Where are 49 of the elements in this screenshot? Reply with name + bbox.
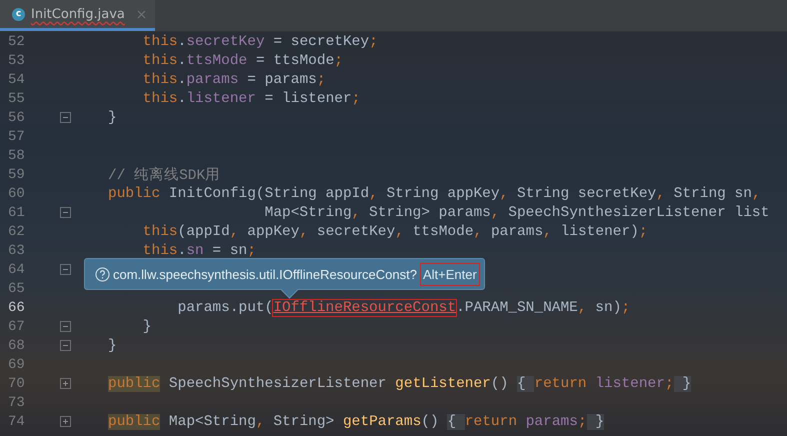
code-line: this.secretKey = secretKey; [142,34,378,50]
line-number: 63 [7,242,26,258]
help-icon [95,266,110,282]
code-line: public SpeechSynthesizerListener getListener() { return listener; } [108,376,692,392]
line-number: 67 [7,318,26,334]
line-number: 55 [7,90,26,106]
code-line: this(appId, appKey, secretKey, ttsMode, params, listener); [142,224,648,240]
collapse-icon[interactable] [60,340,71,351]
shortcut-hint: Alt+Enter [420,262,480,286]
class-icon: c [12,8,25,20]
code-line: } [142,318,152,334]
file-tab[interactable]: c InitConfig.java [0,0,155,31]
code-line: Map<String, String> params, SpeechSynthesizerListener list [264,204,770,220]
expand-icon[interactable] [60,378,71,389]
line-number: 70 [7,376,26,392]
hint-text: com.llw.speechsynthesis.util.IOfflineResourceConst? [113,266,417,282]
code-line: this.params = params; [142,72,326,88]
code-comment: // 纯离线SDK用 [108,166,220,184]
collapse-icon[interactable] [60,112,71,123]
collapse-icon[interactable] [60,207,71,218]
line-number: 56 [7,110,26,126]
line-number: 65 [7,280,26,296]
line-number: 62 [7,224,26,240]
line-number: 73 [7,394,26,410]
expand-icon[interactable] [60,416,71,427]
line-number: 69 [7,356,26,372]
line-number: 57 [7,128,26,144]
line-number: 74 [7,414,26,430]
code-line: } [108,338,117,354]
line-number: 52 [7,34,26,50]
code-line: this.sn = sn; [142,242,256,258]
line-number: 68 [7,338,26,354]
line-number: 60 [7,186,26,202]
code-line: this.listener = listener; [142,90,360,106]
collapse-icon[interactable] [60,321,71,332]
code-text: params.put( [176,300,274,316]
code-line: public InitConfig(String appId, String appKey, String secretKey, String sn, [108,186,761,202]
line-number: 66 [7,300,26,316]
collapse-icon[interactable] [60,264,71,275]
code-line: this.ttsMode = ttsMode; [142,52,343,68]
line-number: 53 [7,52,26,68]
line-number: 61 [7,204,26,220]
line-number: 59 [7,166,26,182]
code-line: } [108,110,117,126]
code-text: .PARAM_SN_NAME, sn); [456,300,630,316]
code-line: public Map<String, String> getParams() { return params; } [108,414,604,430]
line-number: 64 [7,262,26,278]
line-number: 54 [7,72,26,88]
line-number: 58 [7,148,26,164]
